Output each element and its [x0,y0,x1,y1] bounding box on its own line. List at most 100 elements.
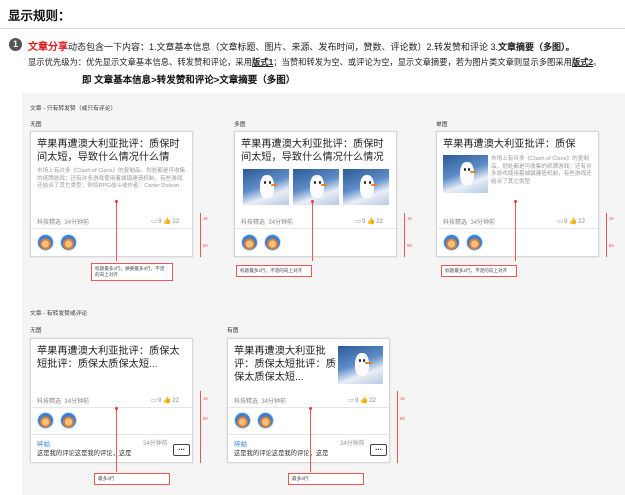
avatar[interactable] [37,412,54,429]
like-icon[interactable]: 👍 [360,396,368,404]
card-title[interactable]: 苹果再遭澳大利亚批评：质保太短批评：质保太质保太短... [37,345,189,371]
thumbnail[interactable] [293,169,339,205]
card-no-image[interactable]: 苹果再遭澳大利亚批评：质保时间太短，导致什么情况什么情 市场上有许多《Clash… [30,131,193,257]
annotation-line [116,410,117,472]
measure-line [606,213,607,257]
annotation-note: 标题最多2行，不足的向上对齐 [441,265,517,277]
annotation-note: 最多3行 [288,473,364,485]
rule-number-badge: 1 [9,38,22,51]
label-no-image: 无图 [30,122,42,128]
comment-count: 9 [158,219,162,225]
page-heading: 显示规则： [8,9,71,23]
card-divider [228,434,389,435]
like-count: 22 [172,219,179,225]
comment-icon[interactable]: ▭ [151,217,157,225]
publish-time: 34分钟前 [64,399,90,405]
card-comment-no-image[interactable]: 苹果再遭澳大利亚批评：质保太短批评：质保太质保太短... 科技精选 34分钟前 … [30,338,193,463]
card-title[interactable]: 苹果再遭澳大利亚批评：质保 [443,138,595,151]
liker-avatars [241,234,281,251]
avatar[interactable] [466,234,483,251]
priority-description: 显示优先级为：优先显示文章基本信息、转发赞和评论，采用版式1；当赞和转发为空、或… [28,56,601,68]
card-source: 科技精选 34分钟前 [37,217,89,226]
card-title[interactable]: 苹果再遭澳大利亚批评：质保时间太短，导致什么情况什么情 [37,138,189,164]
measure-line [200,391,201,463]
card-comment-has-image[interactable]: 苹果再遭澳大利亚批评：质保太短批评：质保太质保太短... 科技精选 34分钟前 … [227,338,390,463]
rule-description: 文章分享动态包含一下内容：1.文章基本信息（文章标题、图片、来源、发布时间，赞数… [28,38,575,53]
card-single-image[interactable]: 苹果再遭澳大利亚批评：质保 市场上有许多《Clash of Clans》的复制品… [436,131,599,257]
gap-value: 18 [400,396,405,401]
comment-count: 9 [362,219,366,225]
commenter-name[interactable]: 碎蛄 [234,438,247,448]
card-divider [31,228,192,229]
avatar[interactable] [37,234,54,251]
source-name: 科技精选 [234,399,259,405]
avatar[interactable] [241,234,258,251]
annotation-note: 最多3行 [94,473,170,485]
card-stats: ▭9 👍22 [151,217,179,225]
comment-icon[interactable]: ▭ [355,217,361,225]
priority-a: 显示优先级为：优先显示文章基本信息、转发赞和评论，采用 [28,57,253,67]
thumbnail[interactable] [243,169,289,205]
comment-icon[interactable]: ▭ [557,217,563,225]
like-count: 22 [369,398,376,404]
comment-time: 34分钟前 [143,441,168,447]
style1-link: 版式1 [252,57,274,67]
card-source: 科技精选 34分钟前 [443,217,495,226]
rule-title: 文章分享 [28,42,68,53]
annotation-note: 标题最多2行，不足的向上对齐 [236,265,312,277]
publish-time: 34分钟前 [261,399,287,405]
card-divider [437,228,598,229]
publish-time: 34分钟前 [268,220,294,226]
comment-icon[interactable]: ▭ [348,396,354,404]
gap-value: 18 [203,396,208,401]
annotation-line [312,203,313,261]
thumbnail[interactable] [338,346,383,384]
card-multi-image[interactable]: 苹果再遭澳大利亚批评：质保时间太短，导致什么情况什么情况 科技精选 34分钟前 … [234,131,397,257]
gap-value: 16 [609,216,614,221]
like-icon[interactable]: 👍 [163,217,171,225]
spec-panel: 文章 - 只有转发赞（或只有评论） 无图 多图 单图 苹果再遭澳大利亚批评：质保… [22,93,625,495]
annotation-line [116,203,117,261]
like-icon[interactable]: 👍 [163,396,171,404]
annotation-line [515,203,516,261]
like-icon[interactable]: 👍 [569,217,577,225]
publish-time: 34分钟前 [470,220,496,226]
avatar[interactable] [443,234,460,251]
label-multi-image: 多图 [234,122,246,128]
thumbnail[interactable] [343,169,389,205]
more-button[interactable]: ... [370,444,387,456]
like-icon[interactable]: 👍 [367,217,375,225]
measure-line [404,213,405,257]
card-divider [31,407,192,408]
comment-icon[interactable]: ▭ [151,396,157,404]
card-source: 科技精选 34分钟前 [37,396,89,405]
card-title[interactable]: 苹果再遭澳大利亚批评：质保太短批评：质保太质保太短... [234,345,336,384]
thumbnail[interactable] [443,155,488,193]
avatar[interactable] [257,412,274,429]
annotation-line [310,410,311,472]
avatar[interactable] [60,412,77,429]
priority-b: ；当赞和转发为空、或评论为空，显示文章摘要，若为图片类文章则显示多图采用 [273,57,572,67]
source-name: 科技精选 [241,220,266,226]
card-title[interactable]: 苹果再遭澳大利亚批评：质保时间太短，导致什么情况什么情况 [241,138,393,164]
liker-avatars [443,234,483,251]
gap-value: 16 [203,216,208,221]
card-source: 科技精选 34分钟前 [241,217,293,226]
priority-c: 。 [593,57,602,67]
card-source: 科技精选 34分钟前 [234,396,286,405]
avatar[interactable] [234,412,251,429]
comment-count: 9 [158,398,162,404]
more-button[interactable]: ... [173,444,190,456]
liker-avatars [37,412,77,429]
source-name: 科技精选 [37,399,62,405]
heading-divider [0,28,625,29]
commenter-name[interactable]: 碎蛄 [37,438,50,448]
avatar[interactable] [60,234,77,251]
publish-time: 34分钟前 [64,220,90,226]
section1-title: 文章 - 只有转发赞（或只有评论） [30,106,117,112]
source-name: 科技精选 [37,220,62,226]
avatar[interactable] [264,234,281,251]
gap-value: 58 [203,243,208,248]
style2-link: 版式2 [571,57,594,67]
comment-text: 这是我的评论这是我的评论，这是 [37,450,132,457]
